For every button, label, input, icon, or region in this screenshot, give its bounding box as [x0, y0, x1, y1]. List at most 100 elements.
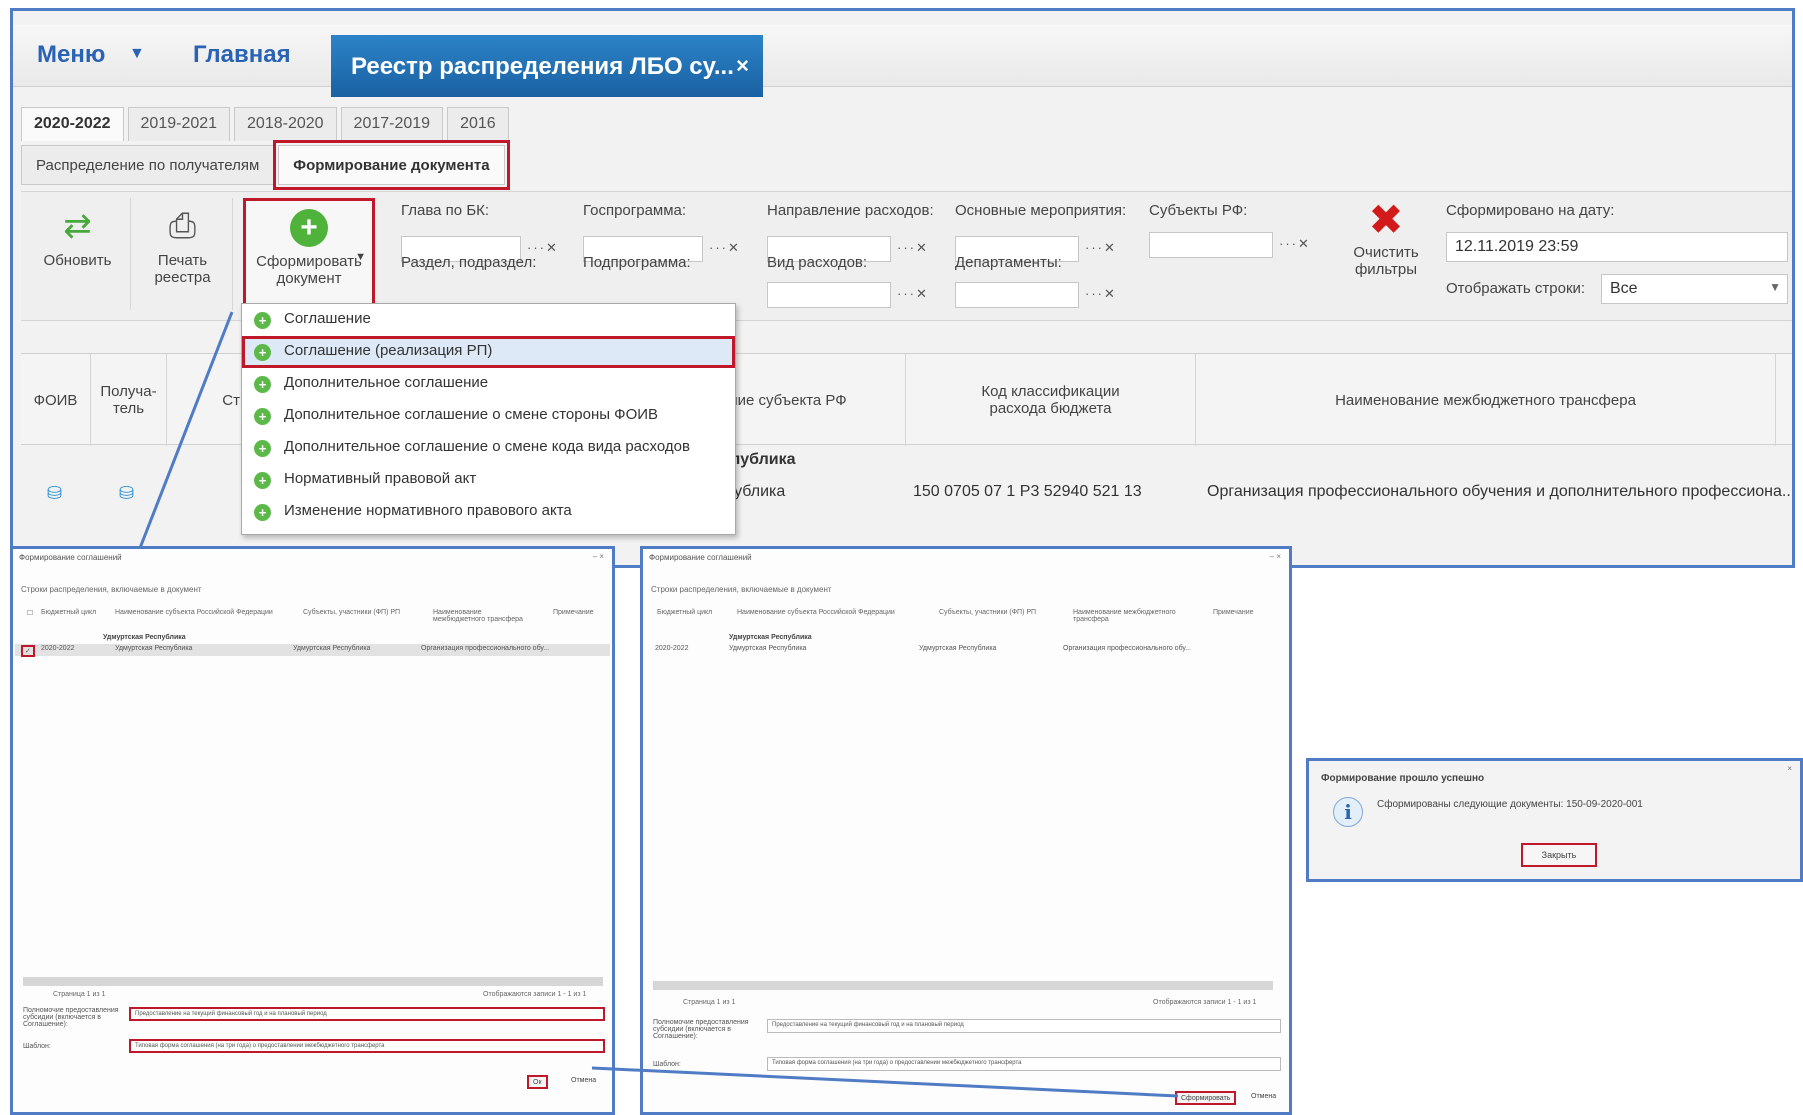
menu-item-label: Дополнительное соглашение о смене кода в…: [284, 438, 690, 455]
col-subject[interactable]: ание субъекта РФ: [721, 354, 906, 446]
ok-button[interactable]: Ок: [527, 1075, 548, 1089]
registry-tab-label: Реестр распределения ЛБО су...: [351, 53, 734, 80]
menu-button[interactable]: Меню: [37, 41, 105, 69]
menu-item-label: Нормативный правовой акт: [284, 470, 477, 487]
menu-item-label: Соглашение (реализация РП): [284, 342, 493, 359]
menu-item-additional-agreement[interactable]: + Дополнительное соглашение: [242, 368, 735, 400]
rows-select[interactable]: Все ▼: [1601, 274, 1788, 304]
col-poluchatel-line2: тель: [112, 400, 145, 417]
success-dialog-title: Формирование прошло успешно: [1321, 773, 1485, 784]
cancel-button[interactable]: Отмена: [1247, 1091, 1280, 1105]
menu-item-additional-code[interactable]: + Дополнительное соглашение о смене кода …: [242, 432, 735, 464]
departamenty-input[interactable]: [955, 282, 1079, 308]
home-tab[interactable]: Главная: [193, 41, 291, 69]
clear-filters-button[interactable]: ✖ Очистить фильтры: [1341, 196, 1431, 278]
tab-year-2016[interactable]: 2016: [447, 107, 509, 141]
vid-rashodov-label: Вид расходов:: [767, 254, 868, 271]
menu-chevron-down-icon[interactable]: ▼: [129, 45, 145, 63]
tab-year-2020-2022[interactable]: 2020-2022: [21, 107, 124, 141]
menu-item-normative-change[interactable]: + Изменение нормативного правового акта: [242, 496, 735, 528]
row-transfer: Организация профессионального обучения и…: [1207, 483, 1795, 500]
field1-select[interactable]: Предоставление на текущий финансовый год…: [129, 1007, 605, 1021]
mini-cell: Организация профессионального обу...: [421, 645, 550, 652]
subekty-input[interactable]: [1149, 232, 1273, 258]
col-poluchatel[interactable]: Получа- тель: [91, 354, 167, 446]
mini-cell: Организация профессионального обу...: [1063, 645, 1192, 652]
date-input[interactable]: 12.11.2019 23:59: [1446, 232, 1788, 262]
field2-label: Шаблон:: [653, 1061, 681, 1068]
col-transfer[interactable]: Наименование межбюджетного трансфера: [1196, 354, 1776, 446]
glava-bk-label: Глава по БК:: [401, 202, 490, 219]
form-label-2: документ: [276, 270, 342, 287]
menu-item-label: Изменение нормативного правового акта: [284, 502, 572, 519]
registry-tab[interactable]: Реестр распределения ЛБО су... ×: [331, 35, 763, 97]
clear-label-2: фильтры: [1354, 261, 1418, 278]
vid-rashodov-buttons[interactable]: ···✕: [897, 286, 929, 302]
dialog-title: Формирование соглашений: [649, 553, 752, 562]
form-button[interactable]: Сформировать: [1175, 1091, 1237, 1105]
dialog-subtitle: Строки распределения, включаемые в докум…: [21, 585, 202, 594]
tab-document-forming[interactable]: Формирование документа: [273, 140, 510, 190]
menu-item-additional-foiv[interactable]: + Дополнительное соглашение о смене сторо…: [242, 400, 735, 432]
field1-select[interactable]: Предоставление на текущий финансовый год…: [767, 1019, 1281, 1033]
success-message: Сформированы следующие документы: 150-09…: [1377, 799, 1643, 810]
field1-label: Полномочие предоставления субсидии (вклю…: [653, 1019, 749, 1040]
departamenty-buttons[interactable]: ···✕: [1085, 286, 1117, 302]
col-foiv[interactable]: ФОИВ: [21, 354, 91, 446]
refresh-icon: ⇄: [63, 207, 92, 245]
scrollbar[interactable]: [653, 981, 1273, 990]
close-icon[interactable]: – ×: [593, 552, 604, 561]
refresh-label: Обновить: [43, 252, 112, 269]
subekty-buttons[interactable]: ···✕: [1279, 236, 1311, 252]
gosprogramma-buttons[interactable]: ···✕: [709, 240, 741, 256]
col-kbk[interactable]: Код классификации расхода бюджета: [906, 354, 1196, 446]
departamenty-label: Департаменты:: [955, 254, 1062, 271]
red-cross-icon: ✖: [1368, 196, 1404, 243]
tab-year-2019-2021[interactable]: 2019-2021: [127, 107, 231, 141]
field2-select[interactable]: Типовая форма соглашения (на три года) о…: [129, 1039, 605, 1053]
napravlenie-buttons[interactable]: ···✕: [897, 240, 929, 256]
dialog-title: Формирование соглашений: [19, 553, 122, 562]
cancel-button[interactable]: Отмена: [567, 1075, 600, 1089]
col-poluchatel-line1: Получа-: [100, 383, 157, 400]
mini-cell: Удмуртская Республика: [293, 645, 371, 652]
menu-item-label: Дополнительное соглашение: [284, 374, 489, 391]
tab-year-2017-2019[interactable]: 2017-2019: [340, 107, 444, 141]
close-icon[interactable]: ×: [1787, 764, 1792, 773]
osnovnye-label: Основные мероприятия:: [955, 202, 1127, 219]
tab-year-2018-2020[interactable]: 2018-2020: [234, 107, 337, 141]
vid-rashodov-input[interactable]: [767, 282, 891, 308]
scrollbar[interactable]: [23, 977, 603, 986]
dialog-subtitle: Строки распределения, включаемые в докум…: [651, 585, 832, 594]
print-registry-button[interactable]: ⎙ Печать реестра: [133, 198, 233, 310]
plus-icon: +: [254, 440, 271, 457]
rows-select-value: Все: [1610, 280, 1638, 297]
close-button[interactable]: Закрыть: [1521, 843, 1597, 867]
agreement-form-dialog-step2: Формирование соглашений – × Строки распр…: [640, 546, 1292, 1115]
mini-col-subject: Наименование субъекта Российской Федерац…: [115, 609, 273, 616]
close-icon[interactable]: – ×: [1270, 552, 1281, 561]
field2-select[interactable]: Типовая форма соглашения (на три года) о…: [767, 1057, 1281, 1071]
menu-item-agreement[interactable]: + Соглашение: [242, 304, 735, 336]
subekty-label: Субъекты РФ:: [1149, 202, 1248, 219]
col-status[interactable]: Ст: [167, 354, 247, 446]
top-navigation-bar: Меню ▼ Главная Реестр распределения ЛБО …: [13, 25, 1792, 97]
rows-label: Отображать строки:: [1446, 280, 1586, 297]
col-kbk-line1: Код классификации: [981, 383, 1120, 400]
menu-item-normative-act[interactable]: + Нормативный правовой акт: [242, 464, 735, 496]
field2-label: Шаблон:: [23, 1043, 51, 1050]
podprogramma-label: Подпрограмма:: [583, 254, 691, 271]
tab-distribution[interactable]: Распределение по получателям: [21, 145, 275, 185]
mini-col-subject: Наименование субъекта Российской Федерац…: [737, 609, 895, 616]
pager[interactable]: Страница 1 из 1: [683, 999, 735, 1006]
menu-item-agreement-rp[interactable]: + Соглашение (реализация РП): [242, 336, 735, 368]
row-checkbox[interactable]: ✓: [21, 645, 35, 657]
plus-icon: +: [254, 344, 271, 361]
close-icon[interactable]: ×: [736, 53, 749, 79]
pager[interactable]: Страница 1 из 1: [53, 991, 105, 998]
osnovnye-buttons[interactable]: ···✕: [1085, 240, 1117, 256]
refresh-button[interactable]: ⇄ Обновить: [25, 198, 131, 310]
row-kbk: 150 0705 07 1 P3 52940 521 13: [913, 483, 1142, 500]
form-document-button[interactable]: + ▼ Сформировать документ: [243, 198, 375, 310]
mini-checkbox[interactable]: ☐: [27, 609, 33, 617]
